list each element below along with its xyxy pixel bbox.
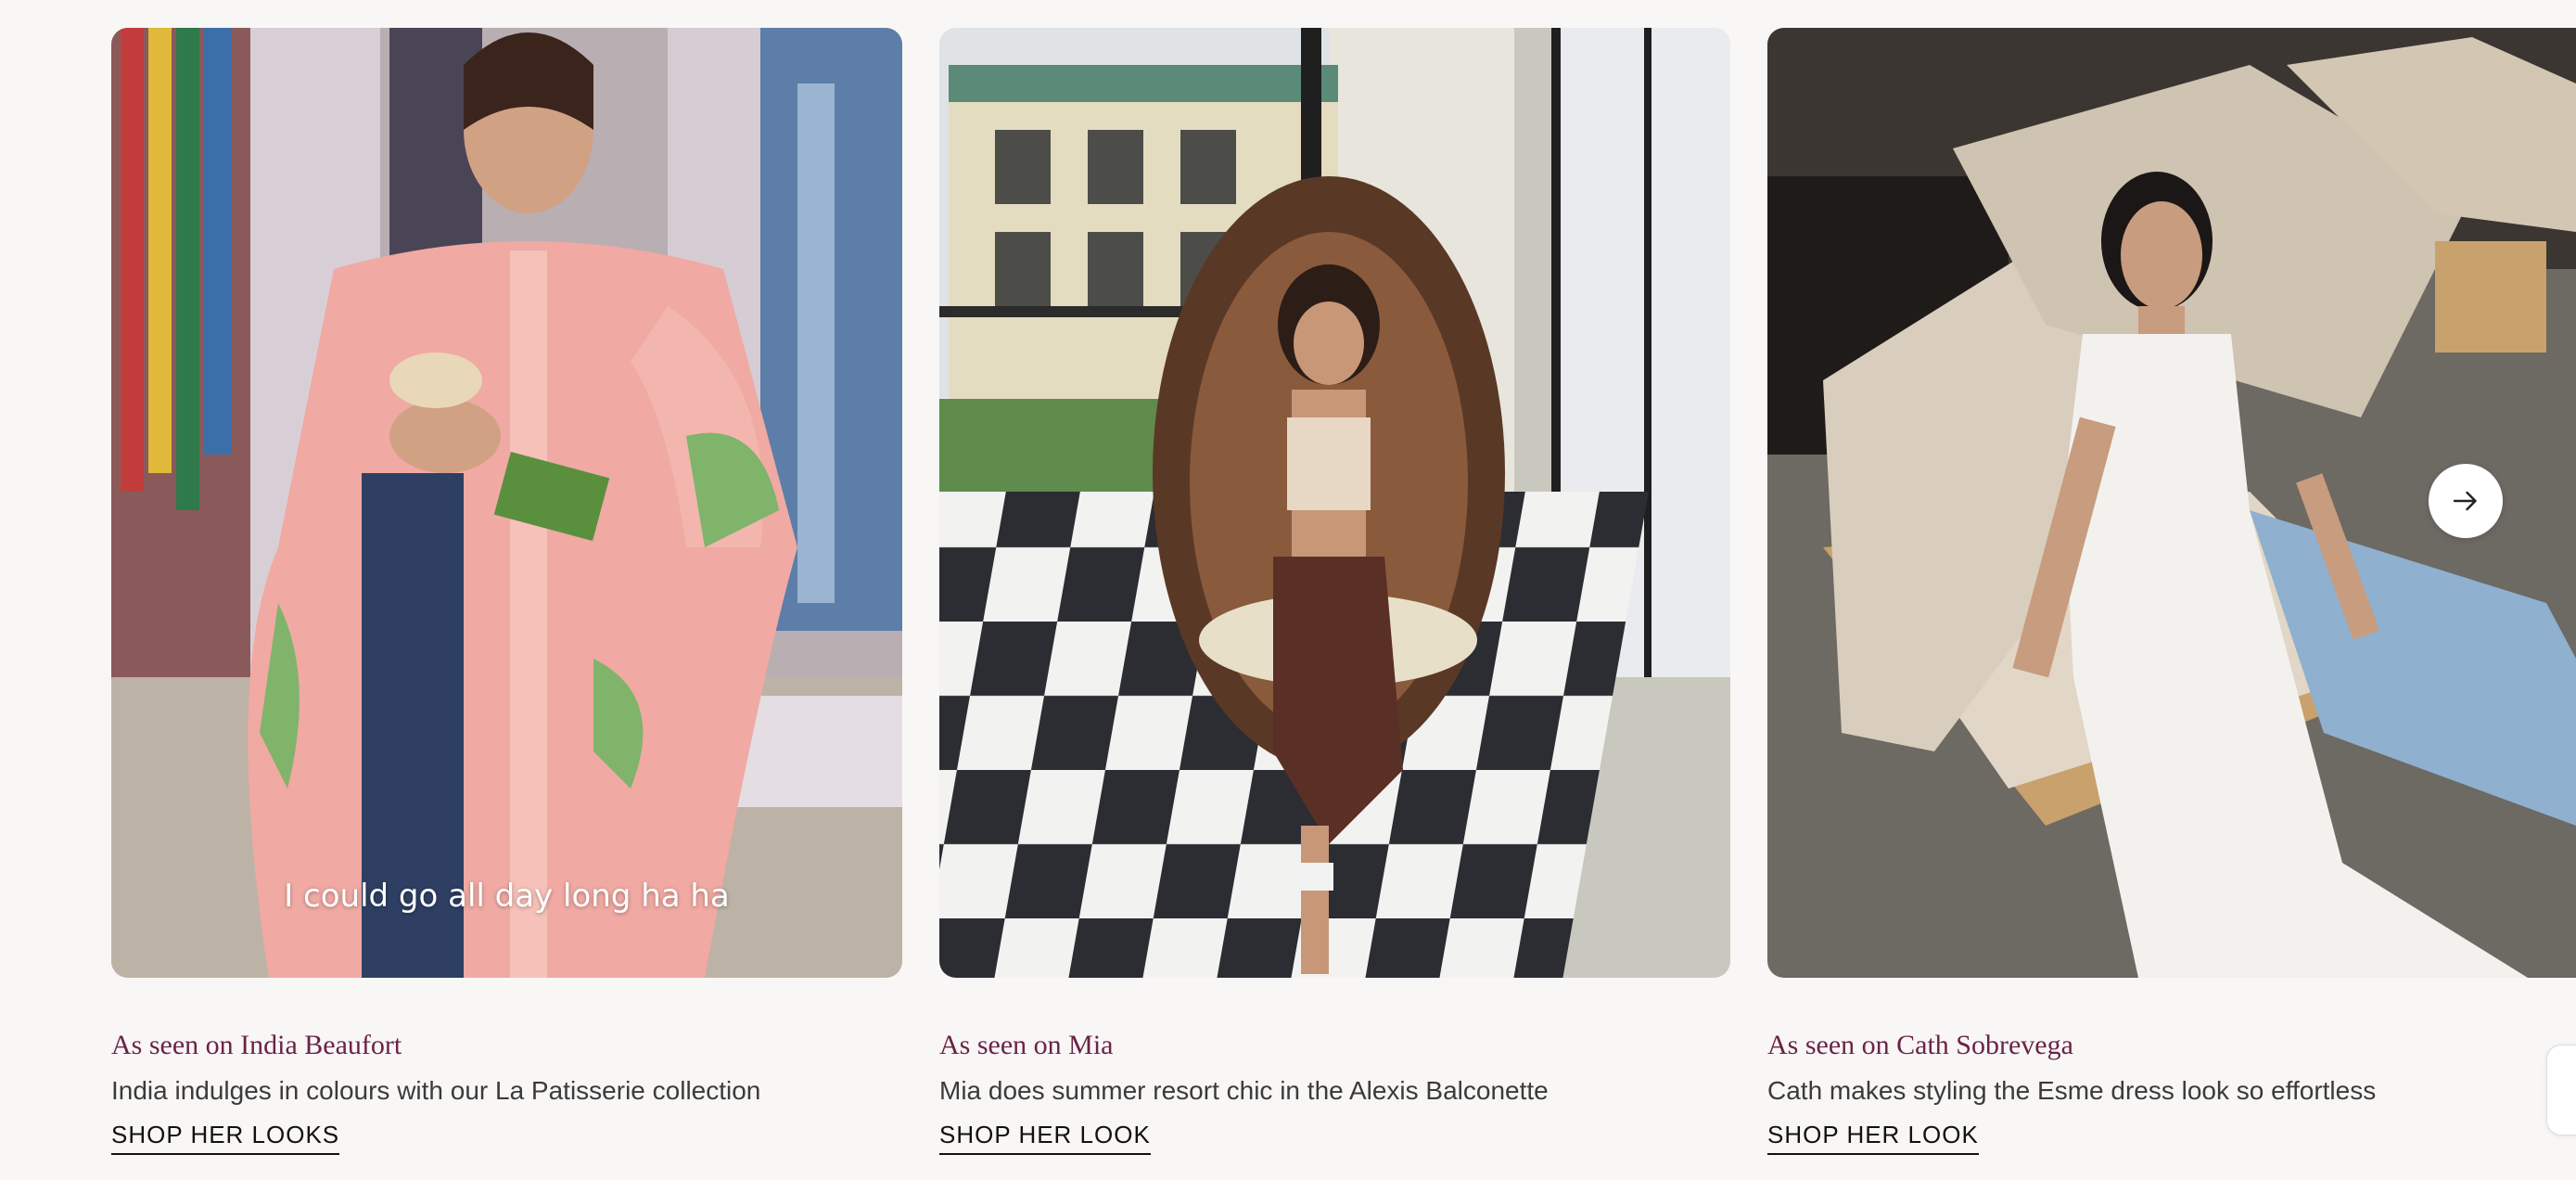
look-card-video[interactable]: I could go all day long ha ha — [111, 28, 902, 978]
look-photo-india — [111, 28, 902, 978]
look-card: I could go all day long ha ha As seen on… — [111, 28, 902, 1155]
shop-her-look-link[interactable]: SHOP HER LOOK — [939, 1121, 1151, 1155]
look-card-image[interactable] — [939, 28, 1730, 978]
arrow-right-icon — [2453, 491, 2477, 511]
look-card-description: India indulges in colours with our La Pa… — [111, 1076, 761, 1105]
look-photo-mia — [939, 28, 1730, 978]
look-card-title: As seen on Mia — [939, 1030, 1114, 1060]
shop-her-looks-link[interactable]: SHOP HER LOOKS — [111, 1121, 340, 1155]
look-card-description: Mia does summer resort chic in the Alexi… — [939, 1076, 1549, 1105]
shop-her-look-link[interactable]: SHOP HER LOOK — [1767, 1121, 1979, 1155]
carousel-next-button[interactable] — [2429, 464, 2503, 538]
video-caption: I could go all day long ha ha — [284, 878, 730, 915]
look-card-description: Cath makes styling the Esme dress look s… — [1767, 1076, 2377, 1105]
ugc-carousel: I could go all day long ha ha As seen on… — [0, 0, 2576, 1180]
look-card-title: As seen on India Beaufort — [111, 1030, 402, 1060]
look-card-title: As seen on Cath Sobrevega — [1767, 1030, 2073, 1060]
look-card: As seen on Mia Mia does summer resort ch… — [939, 28, 1730, 1155]
side-tab-widget[interactable] — [2546, 1045, 2576, 1135]
